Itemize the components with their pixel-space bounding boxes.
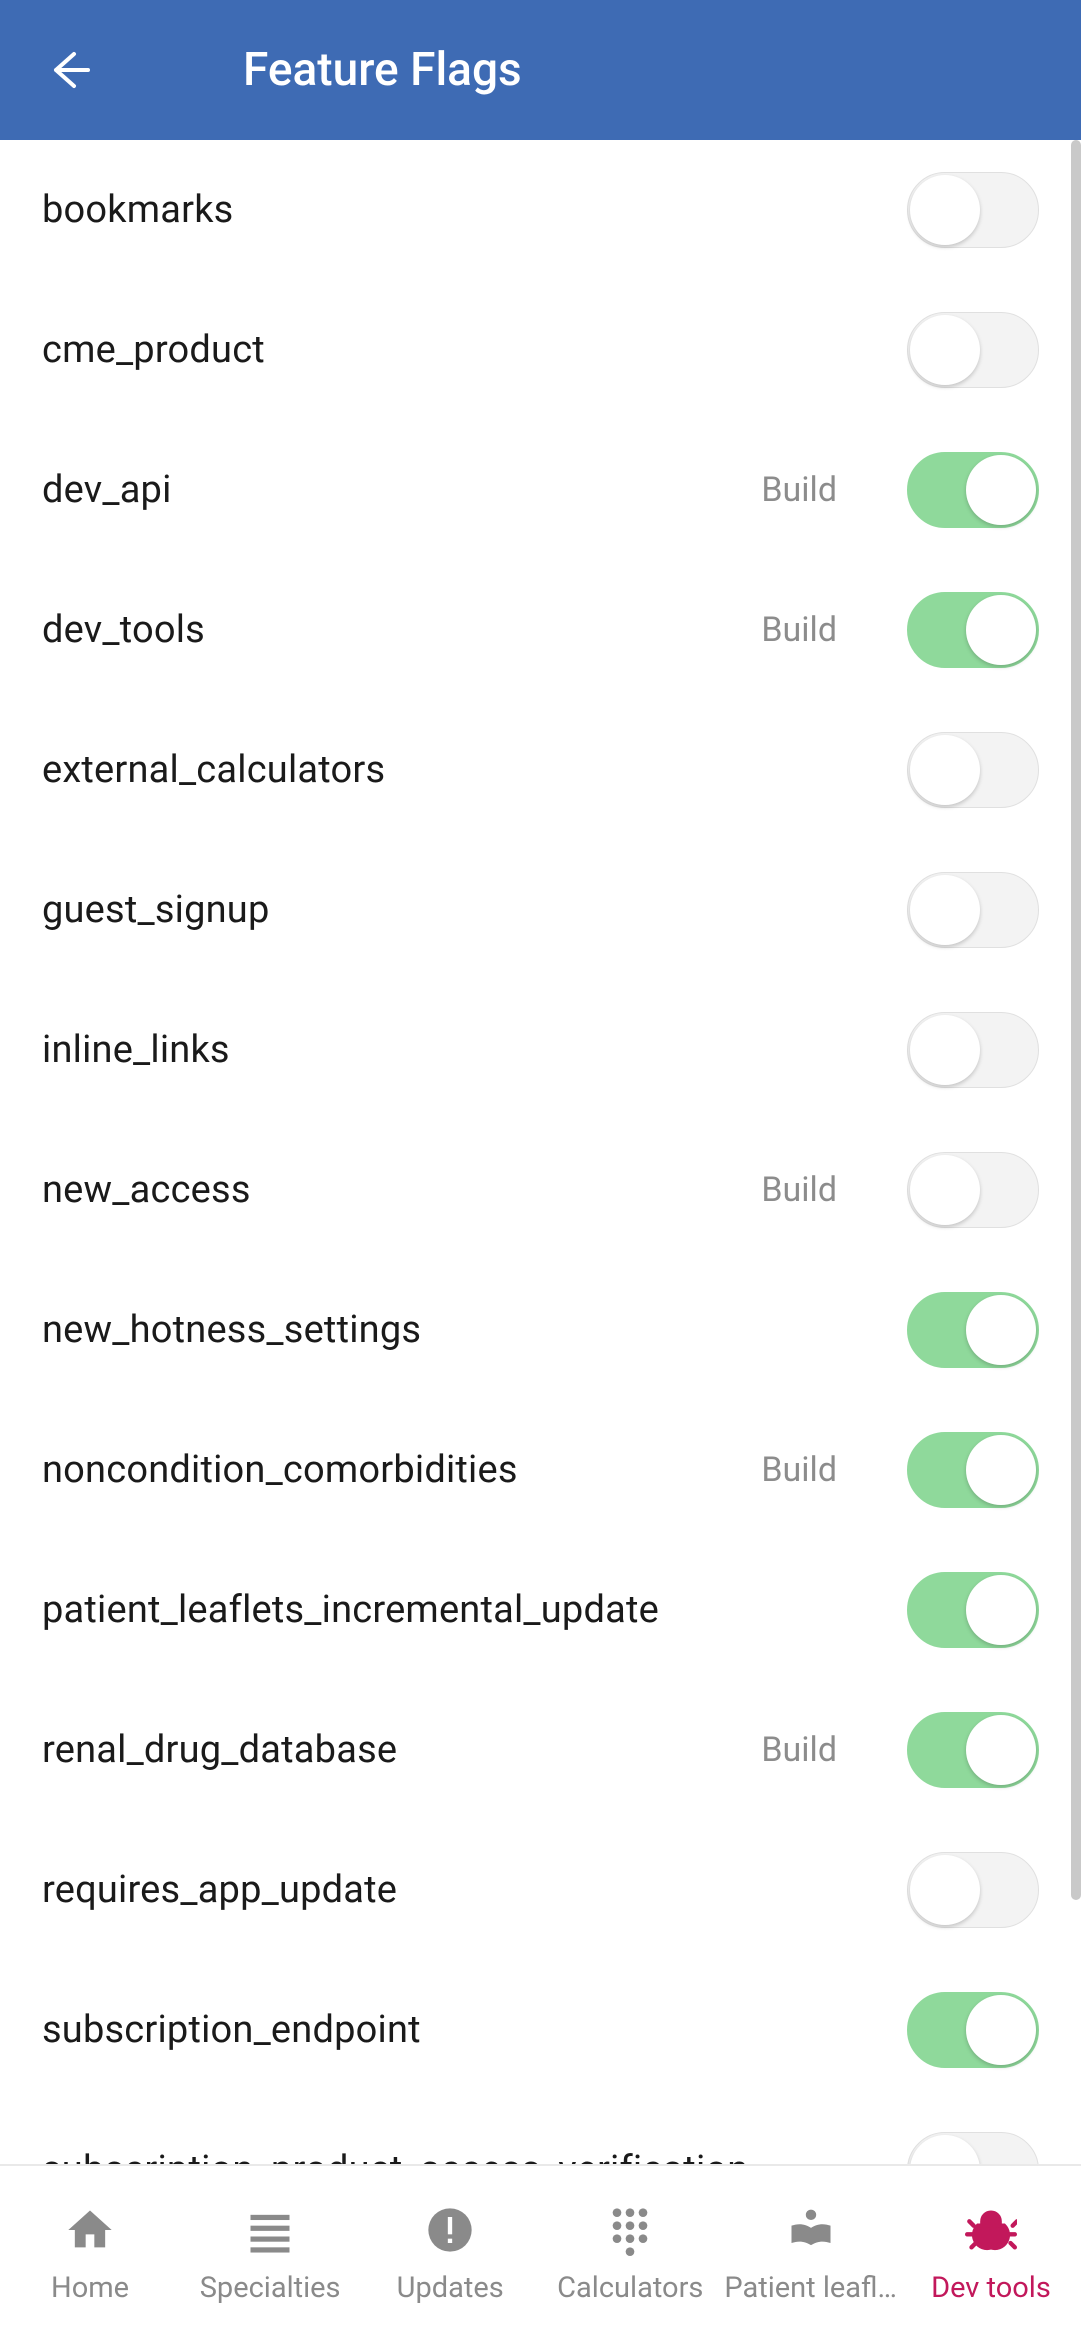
flag-toggle[interactable] xyxy=(907,1852,1039,1928)
toggle-knob xyxy=(966,1575,1036,1645)
flag-name: subscription_endpoint xyxy=(42,2008,907,2052)
flag-toggle[interactable] xyxy=(907,452,1039,528)
home-icon xyxy=(61,2201,119,2259)
flag-build-label: Build xyxy=(761,1730,837,1770)
bug-icon xyxy=(962,2201,1020,2259)
flag-build-label: Build xyxy=(761,610,837,650)
toggle-knob xyxy=(910,1015,980,1085)
feature-flag-row: subscription_endpoint xyxy=(0,1960,1081,2100)
toggle-knob xyxy=(910,315,980,385)
toggle-knob xyxy=(910,875,980,945)
toggle-knob xyxy=(910,1155,980,1225)
flag-name: guest_signup xyxy=(42,888,907,932)
flag-toggle[interactable] xyxy=(907,2132,1039,2164)
dialpad-icon xyxy=(601,2201,659,2259)
flag-toggle[interactable] xyxy=(907,1152,1039,1228)
flag-name: bookmarks xyxy=(42,188,907,232)
feature-flag-row: external_calculators xyxy=(0,700,1081,840)
scrollbar[interactable] xyxy=(1071,140,1081,1900)
nav-updates[interactable]: Updates xyxy=(360,2166,540,2340)
feature-flag-row: patient_leaflets_incremental_update xyxy=(0,1540,1081,1680)
nav-dev-tools[interactable]: Dev tools xyxy=(901,2166,1081,2340)
bottom-nav: Home Specialties Updates Calcu xyxy=(0,2164,1081,2340)
feature-flag-row: inline_links xyxy=(0,980,1081,1120)
feature-flag-row: guest_signup xyxy=(0,840,1081,980)
alert-circle-icon xyxy=(421,2201,479,2259)
feature-flag-row: dev_apiBuild xyxy=(0,420,1081,560)
toggle-knob xyxy=(910,175,980,245)
nav-label: Updates xyxy=(393,2271,508,2305)
flag-name: external_calculators xyxy=(42,748,907,792)
feature-flags-list[interactable]: bookmarkscme_productdev_apiBuilddev_tool… xyxy=(0,140,1081,2164)
feature-flag-row: noncondition_comorbiditiesBuild xyxy=(0,1400,1081,1540)
flag-name: inline_links xyxy=(42,1028,907,1072)
flag-name: subscription_product_access_verification xyxy=(42,2148,907,2164)
toggle-knob xyxy=(966,455,1036,525)
feature-flag-row: new_accessBuild xyxy=(0,1120,1081,1260)
flag-toggle[interactable] xyxy=(907,872,1039,948)
flag-name: new_access xyxy=(42,1168,761,1212)
nav-home[interactable]: Home xyxy=(0,2166,180,2340)
flag-toggle[interactable] xyxy=(907,732,1039,808)
flag-name: patient_leaflets_incremental_update xyxy=(42,1588,907,1632)
flag-toggle[interactable] xyxy=(907,172,1039,248)
feature-flag-row: renal_drug_databaseBuild xyxy=(0,1680,1081,1820)
flag-name: renal_drug_database xyxy=(42,1728,761,1772)
toggle-knob xyxy=(910,2135,980,2164)
back-button[interactable] xyxy=(38,40,98,100)
flag-build-label: Build xyxy=(761,1170,837,1210)
feature-flag-row: requires_app_update xyxy=(0,1820,1081,1960)
toggle-knob xyxy=(966,595,1036,665)
flag-toggle[interactable] xyxy=(907,1712,1039,1788)
nav-label: Home xyxy=(47,2271,133,2305)
flag-name: dev_tools xyxy=(42,608,761,652)
nav-patient-leaflets[interactable]: Patient leafl… xyxy=(720,2166,901,2340)
toggle-knob xyxy=(966,1295,1036,1365)
flag-toggle[interactable] xyxy=(907,1012,1039,1088)
reader-icon xyxy=(782,2201,840,2259)
feature-flag-row: new_hotness_settings xyxy=(0,1260,1081,1400)
nav-calculators[interactable]: Calculators xyxy=(540,2166,720,2340)
list-icon xyxy=(241,2201,299,2259)
flag-toggle[interactable] xyxy=(907,1432,1039,1508)
flag-toggle[interactable] xyxy=(907,1572,1039,1648)
nav-label: Dev tools xyxy=(927,2271,1055,2305)
nav-label: Specialties xyxy=(196,2271,345,2305)
nav-label: Patient leafl… xyxy=(720,2271,901,2305)
flag-name: new_hotness_settings xyxy=(42,1308,907,1352)
flag-name: noncondition_comorbidities xyxy=(42,1448,761,1492)
flag-build-label: Build xyxy=(761,470,837,510)
flag-toggle[interactable] xyxy=(907,312,1039,388)
toggle-knob xyxy=(910,735,980,805)
app-bar: Feature Flags xyxy=(0,0,1081,140)
flag-toggle[interactable] xyxy=(907,1292,1039,1368)
flag-name: cme_product xyxy=(42,328,907,372)
feature-flag-row: cme_product xyxy=(0,280,1081,420)
feature-flag-row: bookmarks xyxy=(0,140,1081,280)
arrow-left-icon xyxy=(44,46,92,94)
toggle-knob xyxy=(910,1855,980,1925)
flag-name: dev_api xyxy=(42,468,761,512)
toggle-knob xyxy=(966,1715,1036,1785)
flag-toggle[interactable] xyxy=(907,1992,1039,2068)
nav-specialties[interactable]: Specialties xyxy=(180,2166,360,2340)
nav-label: Calculators xyxy=(553,2271,707,2305)
toggle-knob xyxy=(966,1995,1036,2065)
toggle-knob xyxy=(966,1435,1036,1505)
feature-flag-row: dev_toolsBuild xyxy=(0,560,1081,700)
feature-flag-row: subscription_product_access_verification xyxy=(0,2100,1081,2164)
flag-name: requires_app_update xyxy=(42,1868,907,1912)
page-title: Feature Flags xyxy=(243,43,522,97)
flag-toggle[interactable] xyxy=(907,592,1039,668)
flag-build-label: Build xyxy=(761,1450,837,1490)
